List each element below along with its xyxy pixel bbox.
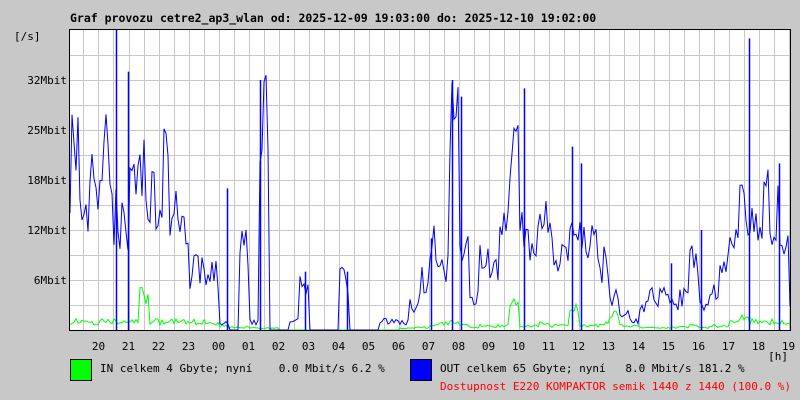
x-tick-label: 05 <box>362 340 375 353</box>
legend-out-label: OUT celkem 65 Gbyte; nyní 8.0 Mbit/s 181… <box>440 362 745 375</box>
legend-in-label: IN celkem 4 Gbyte; nyní 0.0 Mbit/s 6.2 % <box>100 362 385 375</box>
x-tick-label: 15 <box>662 340 675 353</box>
x-axis-unit: [h] <box>768 350 788 363</box>
x-tick-label: 03 <box>302 340 315 353</box>
x-tick-label: 22 <box>152 340 165 353</box>
legend-in-swatch <box>70 359 92 381</box>
x-tick-label: 09 <box>482 340 495 353</box>
x-tick-label: 07 <box>422 340 435 353</box>
x-tick-label: 04 <box>332 340 346 353</box>
y-axis-unit: [/s] <box>14 30 41 43</box>
y-tick-label: 6Mbit <box>34 274 67 287</box>
x-tick-label: 12 <box>572 340 585 353</box>
x-tick-label: 13 <box>602 340 615 353</box>
x-tick-label: 17 <box>722 340 735 353</box>
x-tick-label: 10 <box>512 340 525 353</box>
y-tick-label: 25Mbit <box>27 124 67 137</box>
x-tick-label: 21 <box>122 340 135 353</box>
y-tick-label: 12Mbit <box>27 224 67 237</box>
x-tick-label: 06 <box>392 340 405 353</box>
x-tick-label: 18 <box>752 340 765 353</box>
x-tick-label: 16 <box>692 340 705 353</box>
x-tick-label: 02 <box>272 340 285 353</box>
traffic-chart: 6Mbit 12Mbit 18Mbit 25Mbit 32Mbit 20 21 22 23 00 0… <box>27 29 795 363</box>
x-tick-label: 00 <box>212 340 225 353</box>
x-tick-label: 11 <box>542 340 555 353</box>
y-tick-label: 18Mbit <box>27 174 67 187</box>
x-tick-label: 01 <box>242 340 255 353</box>
x-tick-label: 14 <box>632 340 646 353</box>
y-tick-label: 32Mbit <box>27 74 67 87</box>
x-tick-label: 23 <box>182 340 195 353</box>
legend-out-swatch <box>410 359 432 381</box>
chart-title: Graf provozu cetre2_ap3_wlan od: 2025-12… <box>70 11 597 25</box>
x-tick-label: 20 <box>92 340 105 353</box>
availability-label: Dostupnost E220 KOMPAKTOR semik 1440 z 1… <box>440 380 791 393</box>
x-tick-label: 08 <box>452 340 465 353</box>
